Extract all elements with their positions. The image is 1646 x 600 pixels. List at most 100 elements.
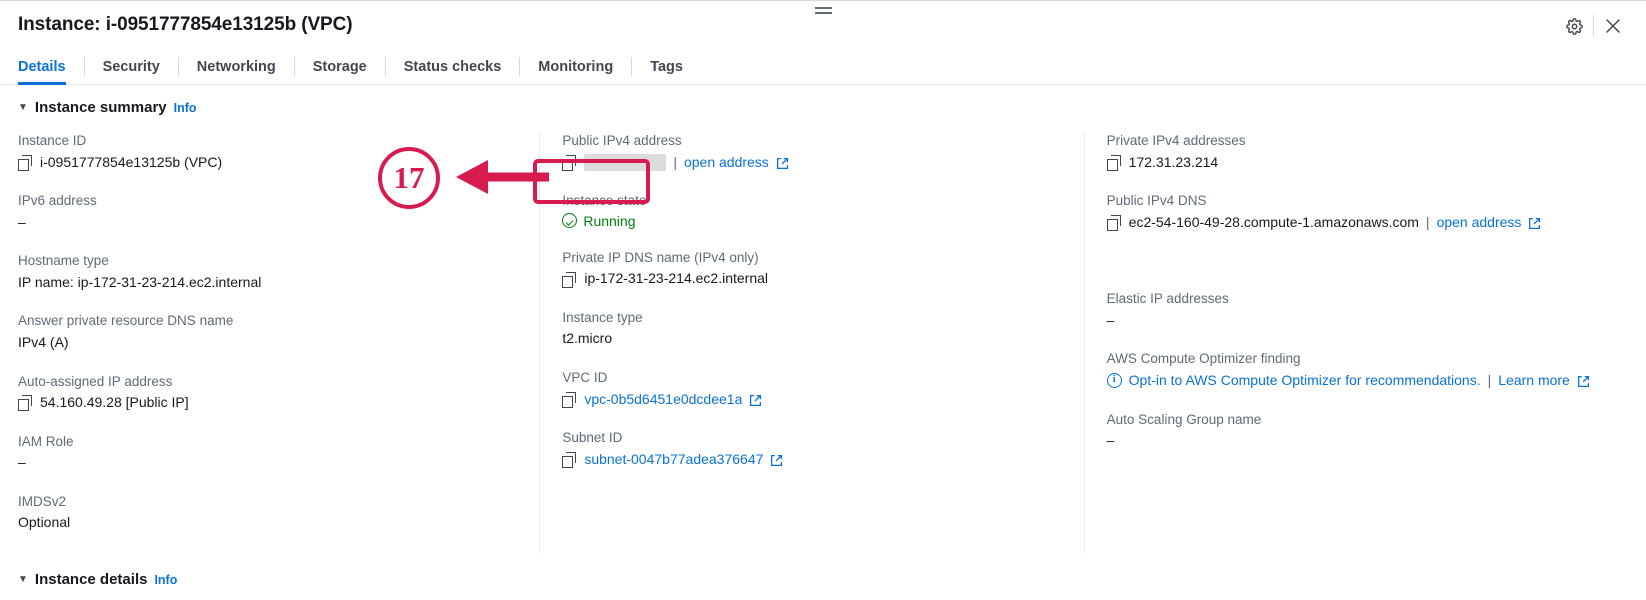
tab-label: Storage	[312, 58, 367, 75]
copy-icon[interactable]	[18, 154, 33, 171]
value-text: i-0951777854e13125b (VPC)	[40, 153, 223, 170]
instance-details-panel: Instance: i-0951777854e13125b (VPC) Deta…	[0, 0, 1646, 600]
external-link-icon[interactable]	[770, 453, 783, 466]
value-text: IP name: ip-172-31-23-214.ec2.internal	[18, 273, 262, 290]
external-link-icon[interactable]	[749, 393, 762, 406]
open-address-link[interactable]: open address	[684, 153, 769, 173]
section-title: Instance details	[34, 571, 148, 588]
field-value: –	[1107, 311, 1608, 331]
field-answer-private-resource-dns-name: Answer private resource DNS name IPv4 (A…	[18, 312, 519, 352]
field-instance-state: Instance state Running	[562, 192, 1063, 229]
status-text: Running	[583, 212, 636, 229]
info-link[interactable]: Info	[174, 101, 197, 115]
close-icon[interactable]	[1596, 11, 1630, 41]
field-value: –	[18, 453, 519, 473]
link-separator: |	[673, 153, 677, 170]
tab-label: Monitoring	[538, 58, 614, 75]
copy-icon[interactable]	[1106, 154, 1122, 171]
info-circle-icon: i	[1106, 373, 1122, 389]
field-auto-assigned-ip-address: Auto-assigned IP address 54.160.49.28 [P…	[18, 373, 519, 413]
field-label: Hostname type	[18, 253, 109, 269]
field-iam-role: IAM Role –	[18, 433, 519, 473]
value-text: –	[18, 454, 26, 471]
panel-body: ▼ Instance summary Info Instance ID i-09…	[0, 85, 1646, 553]
field-value: i Opt-in to AWS Compute Optimizer for re…	[1106, 371, 1608, 391]
copy-icon[interactable]	[1106, 214, 1122, 231]
field-value: vpc-0b5d6451e0dcdee1a	[562, 390, 1063, 410]
value-text: 54.160.49.28 [Public IP]	[40, 394, 189, 411]
field-value: i-0951777854e13125b (VPC)	[18, 153, 519, 173]
field-label: Auto Scaling Group name	[1106, 411, 1262, 427]
field-auto-scaling-group-name: Auto Scaling Group name –	[1107, 411, 1608, 451]
tab-details[interactable]: Details	[18, 49, 84, 85]
field-value: IPv4 (A)	[18, 333, 519, 353]
field-compute-optimizer-finding: AWS Compute Optimizer finding i Opt-in t…	[1106, 350, 1608, 391]
link-separator: |	[1425, 213, 1430, 230]
tab-label: Tags	[650, 58, 683, 75]
value-text: t2.micro	[562, 330, 613, 347]
field-label: IPv6 address	[18, 193, 97, 209]
subnet-id-link[interactable]: subnet-0047b77adea376647	[584, 450, 763, 470]
compute-optimizer-optin-link[interactable]: Opt-in to AWS Compute Optimizer for reco…	[1129, 371, 1481, 391]
copy-icon[interactable]	[562, 271, 577, 288]
value-text: –	[18, 213, 26, 230]
tab-label: Security	[102, 58, 160, 75]
field-value: t2.micro	[562, 329, 1063, 349]
tab-networking[interactable]: Networking	[179, 49, 294, 84]
status-badge: Running	[562, 213, 1063, 229]
panel-header: Instance: i-0951777854e13125b (VPC)	[0, 1, 1646, 49]
tab-monitoring[interactable]: Monitoring	[520, 49, 631, 84]
copy-icon[interactable]	[562, 391, 577, 408]
copy-icon[interactable]	[562, 451, 577, 468]
field-label: Private IP DNS name (IPv4 only)	[562, 249, 759, 265]
tab-status-checks[interactable]: Status checks	[386, 49, 520, 84]
field-instance-id: Instance ID i-0951777854e13125b (VPC)	[18, 132, 519, 172]
field-value: ec2-54-160-49-28.compute-1.amazonaws.com…	[1106, 213, 1608, 233]
link-separator: |	[1487, 371, 1492, 388]
field-value: –	[18, 213, 519, 233]
value-text: Optional	[18, 514, 71, 531]
field-vpc-id: VPC ID vpc-0b5d6451e0dcdee1a	[562, 369, 1063, 409]
field-label: Instance ID	[18, 133, 87, 148]
info-link[interactable]: Info	[154, 573, 177, 587]
gear-icon[interactable]	[1557, 11, 1591, 41]
open-address-link[interactable]: open address	[1437, 213, 1522, 233]
field-label: Instance type	[562, 309, 643, 325]
tab-tags[interactable]: Tags	[632, 49, 701, 84]
field-label: IAM Role	[18, 433, 74, 449]
copy-icon[interactable]	[18, 395, 33, 412]
chevron-down-icon[interactable]: ▼	[18, 574, 28, 585]
vpc-id-link[interactable]: vpc-0b5d6451e0dcdee1a	[584, 390, 742, 410]
external-link-icon[interactable]	[1528, 216, 1541, 230]
field-label: Public IPv4 address	[562, 133, 682, 148]
tab-label: Status checks	[403, 58, 502, 75]
copy-icon[interactable]	[562, 154, 577, 171]
summary-columns: Instance ID i-0951777854e13125b (VPC) IP…	[18, 132, 1628, 553]
field-value: –	[1107, 431, 1608, 451]
value-text: –	[1106, 311, 1115, 328]
field-value: IP name: ip-172-31-23-214.ec2.internal	[18, 273, 519, 293]
value-text: ec2-54-160-49-28.compute-1.amazonaws.com	[1128, 213, 1419, 230]
tab-label: Networking	[196, 58, 276, 75]
tab-storage[interactable]: Storage	[295, 49, 385, 84]
external-link-icon[interactable]	[1577, 374, 1590, 388]
external-link-icon[interactable]	[776, 156, 789, 169]
field-value: 54.160.49.28 [Public IP]	[18, 393, 519, 413]
field-value: | open address	[562, 153, 1063, 173]
summary-column-middle: Public IPv4 address | open address Insta…	[539, 132, 1083, 553]
tab-security[interactable]: Security	[85, 49, 178, 84]
field-private-ip-dns-name: Private IP DNS name (IPv4 only) ip-172-3…	[562, 249, 1063, 289]
field-hostname-type: Hostname type IP name: ip-172-31-23-214.…	[18, 252, 519, 292]
field-elastic-ip-addresses: Elastic IP addresses –	[1107, 290, 1608, 330]
field-value: 172.31.23.214	[1106, 153, 1608, 173]
field-label: Elastic IP addresses	[1106, 291, 1229, 307]
value-text: IPv4 (A)	[18, 333, 69, 350]
learn-more-link[interactable]: Learn more	[1498, 371, 1570, 391]
field-label: Subnet ID	[562, 430, 623, 446]
chevron-down-icon[interactable]: ▼	[18, 102, 28, 113]
header-actions	[1557, 11, 1630, 41]
header-divider	[1593, 15, 1594, 37]
field-ipv6-address: IPv6 address –	[18, 192, 519, 232]
tab-bar: Details Security Networking Storage Stat…	[0, 49, 1646, 85]
field-label: Public IPv4 DNS	[1106, 193, 1207, 209]
